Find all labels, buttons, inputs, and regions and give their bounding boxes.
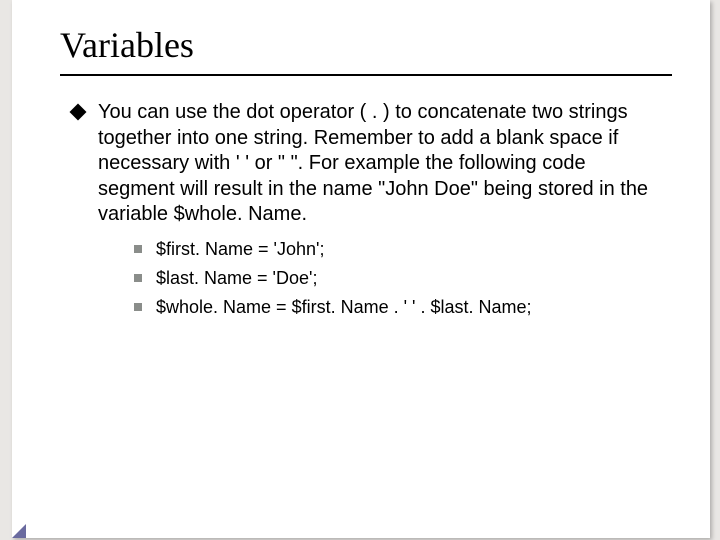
code-line-3: $whole. Name = $first. Name . ' ' . $las…: [134, 296, 662, 319]
slide-frame: Variables You can use the dot operator (…: [0, 0, 720, 540]
slide-body: You can use the dot operator ( . ) to co…: [12, 76, 710, 319]
corner-accent-icon: [12, 524, 26, 538]
code-text-1: $first. Name = 'John';: [156, 239, 324, 259]
code-list: $first. Name = 'John'; $last. Name = 'Do…: [98, 238, 662, 319]
slide: Variables You can use the dot operator (…: [12, 0, 710, 538]
square-icon: [134, 245, 142, 253]
code-text-3: $whole. Name = $first. Name . ' ' . $las…: [156, 297, 532, 317]
code-line-2: $last. Name = 'Doe';: [134, 267, 662, 290]
slide-title: Variables: [12, 0, 710, 74]
main-list: You can use the dot operator ( . ) to co…: [72, 100, 662, 319]
main-bullet: You can use the dot operator ( . ) to co…: [72, 100, 662, 319]
square-icon: [134, 274, 142, 282]
main-bullet-text: You can use the dot operator ( . ) to co…: [98, 101, 648, 225]
code-text-2: $last. Name = 'Doe';: [156, 268, 317, 288]
code-line-1: $first. Name = 'John';: [134, 238, 662, 261]
square-icon: [134, 303, 142, 311]
diamond-icon: [70, 104, 87, 121]
